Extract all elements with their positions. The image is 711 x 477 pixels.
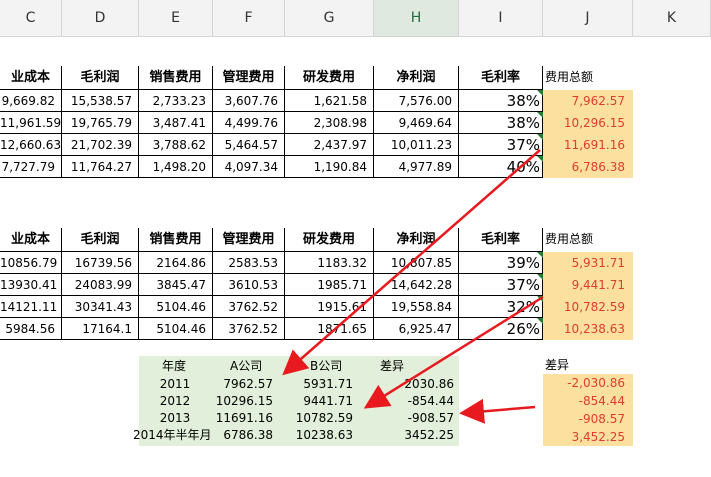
arrow-line-2 (363, 295, 544, 409)
arrow-line-3 (459, 398, 536, 424)
annotation-arrows (282, 149, 544, 424)
arrow-line-1 (282, 149, 541, 376)
